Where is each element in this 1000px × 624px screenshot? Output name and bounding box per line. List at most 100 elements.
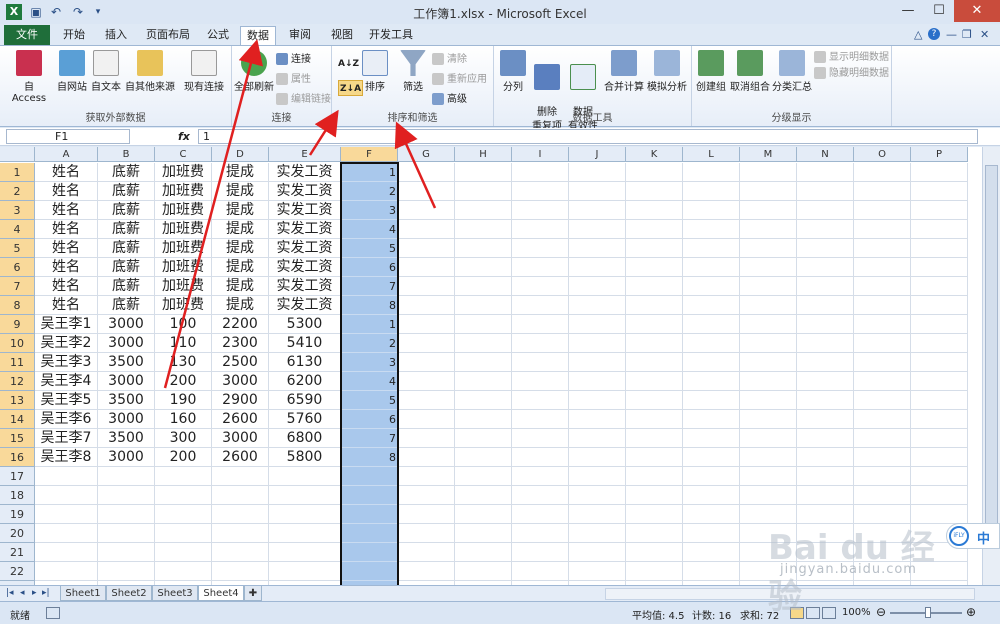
reapply-button[interactable]: 重新应用 — [432, 72, 487, 88]
cell-e9[interactable]: 5300 — [269, 315, 341, 334]
cell-o1[interactable] — [854, 163, 911, 182]
cell-m9[interactable] — [740, 315, 797, 334]
cell-b17[interactable] — [98, 467, 155, 486]
cell-n4[interactable] — [797, 220, 854, 239]
cell-d16[interactable]: 2600 — [212, 448, 269, 467]
cell-n17[interactable] — [797, 467, 854, 486]
cell-d6[interactable]: 提成 — [212, 258, 269, 277]
from-web-button[interactable]: 自网站 — [56, 50, 88, 93]
cell-k6[interactable] — [626, 258, 683, 277]
row-header-21[interactable]: 21 — [0, 543, 35, 562]
cell-d17[interactable] — [212, 467, 269, 486]
cell-g12[interactable] — [398, 372, 455, 391]
row-header-19[interactable]: 19 — [0, 505, 35, 524]
cell-c1[interactable]: 加班费 — [155, 163, 212, 182]
last-sheet-icon[interactable]: ▸| — [42, 588, 50, 598]
column-header-g[interactable]: G — [398, 147, 455, 162]
tab-home[interactable]: 开始 — [56, 26, 92, 45]
cell-p17[interactable] — [911, 467, 968, 486]
cell-c14[interactable]: 160 — [155, 410, 212, 429]
row-header-17[interactable]: 17 — [0, 467, 35, 486]
row-header-4[interactable]: 4 — [0, 220, 35, 239]
advanced-filter-button[interactable]: 高级 — [432, 92, 467, 108]
cell-l12[interactable] — [683, 372, 740, 391]
row-header-16[interactable]: 16 — [0, 448, 35, 467]
cell-f3[interactable]: 3 — [341, 201, 398, 220]
cell-f20[interactable] — [341, 524, 398, 543]
cell-i12[interactable] — [512, 372, 569, 391]
from-other-sources-button[interactable]: 自其他来源 — [124, 50, 176, 93]
cell-h2[interactable] — [455, 182, 512, 201]
cell-n14[interactable] — [797, 410, 854, 429]
cell-i9[interactable] — [512, 315, 569, 334]
cell-h20[interactable] — [455, 524, 512, 543]
cell-l11[interactable] — [683, 353, 740, 372]
cell-d11[interactable]: 2500 — [212, 353, 269, 372]
cell-l1[interactable] — [683, 163, 740, 182]
cell-o2[interactable] — [854, 182, 911, 201]
cell-d21[interactable] — [212, 543, 269, 562]
cell-n6[interactable] — [797, 258, 854, 277]
cell-g3[interactable] — [398, 201, 455, 220]
tab-developer[interactable]: 开发工具 — [366, 26, 416, 45]
cell-h15[interactable] — [455, 429, 512, 448]
row-header-3[interactable]: 3 — [0, 201, 35, 220]
cell-k21[interactable] — [626, 543, 683, 562]
cell-p7[interactable] — [911, 277, 968, 296]
column-header-j[interactable]: J — [569, 147, 626, 162]
cell-c21[interactable] — [155, 543, 212, 562]
row-header-14[interactable]: 14 — [0, 410, 35, 429]
column-header-o[interactable]: O — [854, 147, 911, 162]
cell-k18[interactable] — [626, 486, 683, 505]
cell-a4[interactable]: 姓名 — [35, 220, 98, 239]
cell-d18[interactable] — [212, 486, 269, 505]
cell-g19[interactable] — [398, 505, 455, 524]
cell-d7[interactable]: 提成 — [212, 277, 269, 296]
cell-f7[interactable]: 7 — [341, 277, 398, 296]
cell-g15[interactable] — [398, 429, 455, 448]
cell-b2[interactable]: 底薪 — [98, 182, 155, 201]
cell-o18[interactable] — [854, 486, 911, 505]
cell-i11[interactable] — [512, 353, 569, 372]
formula-input[interactable]: 1 — [198, 129, 978, 144]
cell-i7[interactable] — [512, 277, 569, 296]
show-detail-button[interactable]: 显示明细数据 — [814, 50, 889, 66]
cell-f1[interactable]: 1 — [341, 163, 398, 182]
cell-e10[interactable]: 5410 — [269, 334, 341, 353]
connections-button[interactable]: 连接 — [276, 52, 311, 68]
sort-ascending-button[interactable]: A↓Z — [338, 56, 359, 72]
cell-h3[interactable] — [455, 201, 512, 220]
workbook-close-icon[interactable]: ✕ — [980, 28, 989, 41]
cell-c22[interactable] — [155, 562, 212, 581]
cell-n15[interactable] — [797, 429, 854, 448]
cell-c20[interactable] — [155, 524, 212, 543]
cell-m6[interactable] — [740, 258, 797, 277]
cell-a18[interactable] — [35, 486, 98, 505]
cell-f18[interactable] — [341, 486, 398, 505]
cell-d19[interactable] — [212, 505, 269, 524]
cell-b21[interactable] — [98, 543, 155, 562]
cell-i10[interactable] — [512, 334, 569, 353]
cell-f15[interactable]: 7 — [341, 429, 398, 448]
cell-k7[interactable] — [626, 277, 683, 296]
sheet-tab-1[interactable]: Sheet1 — [60, 586, 106, 601]
cell-j6[interactable] — [569, 258, 626, 277]
cell-a1[interactable]: 姓名 — [35, 163, 98, 182]
cell-j12[interactable] — [569, 372, 626, 391]
column-header-b[interactable]: B — [98, 147, 155, 162]
tab-formulas[interactable]: 公式 — [200, 26, 236, 45]
cell-e8[interactable]: 实发工资 — [269, 296, 341, 315]
cell-l22[interactable] — [683, 562, 740, 581]
cell-o15[interactable] — [854, 429, 911, 448]
cell-p13[interactable] — [911, 391, 968, 410]
cell-o17[interactable] — [854, 467, 911, 486]
cell-n9[interactable] — [797, 315, 854, 334]
cell-k3[interactable] — [626, 201, 683, 220]
cell-a15[interactable]: 吴王李7 — [35, 429, 98, 448]
cell-c15[interactable]: 300 — [155, 429, 212, 448]
cell-i13[interactable] — [512, 391, 569, 410]
minimize-button[interactable]: — — [893, 0, 923, 22]
cell-l6[interactable] — [683, 258, 740, 277]
cell-o7[interactable] — [854, 277, 911, 296]
column-header-p[interactable]: P — [911, 147, 968, 162]
